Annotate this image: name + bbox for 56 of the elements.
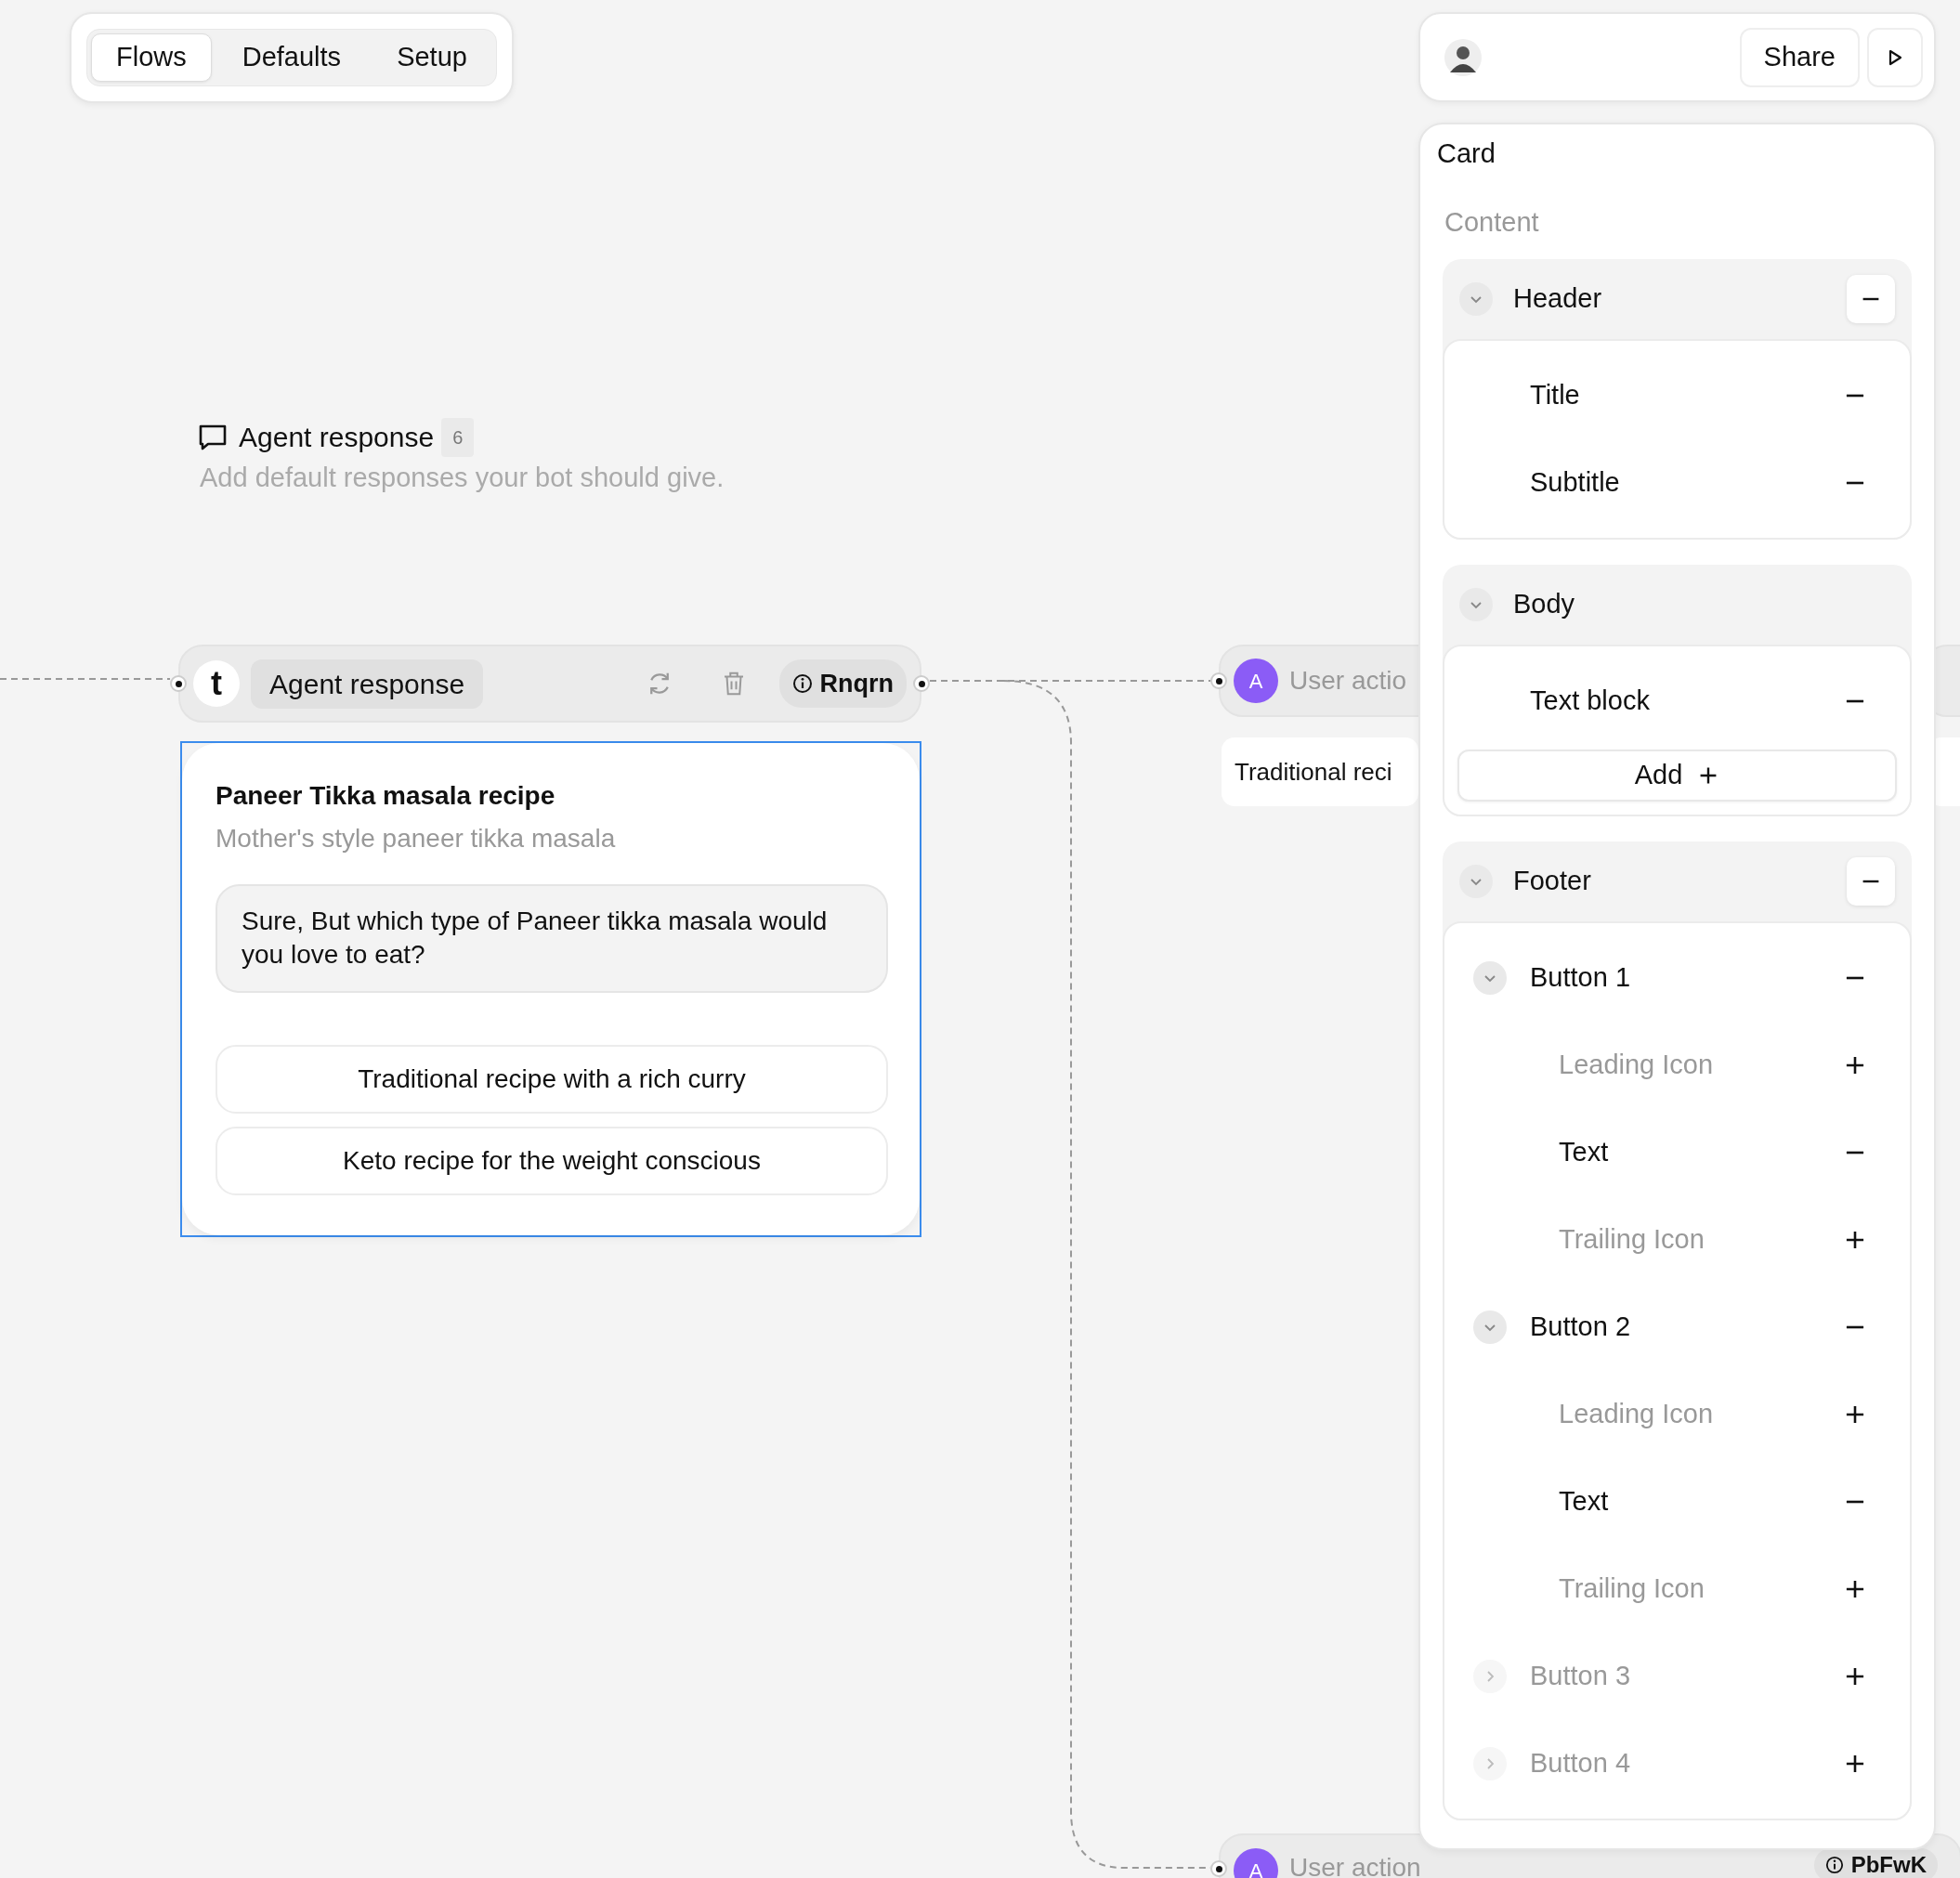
tab[interactable]: Flows bbox=[91, 33, 212, 82]
collapse-toggle[interactable] bbox=[1459, 282, 1493, 316]
item-label: Button 4 bbox=[1530, 1747, 1631, 1780]
node-title: User actio bbox=[1289, 665, 1407, 697]
chat-icon bbox=[198, 423, 228, 451]
group-label: Footer bbox=[1513, 865, 1591, 898]
section-label: Content bbox=[1444, 205, 1540, 239]
item-label: Button 2 bbox=[1530, 1311, 1631, 1344]
option-box: Traditional reci bbox=[1222, 737, 1418, 806]
add-button[interactable]: Add bbox=[1457, 750, 1897, 802]
message-bubble: Sure, But which type of Paneer tikka masala would you love to eat? bbox=[216, 884, 888, 993]
panel-title: Card bbox=[1437, 137, 1496, 170]
avatar: A bbox=[1234, 659, 1278, 703]
item-label: Subtitle bbox=[1530, 466, 1620, 500]
avatar: A bbox=[1234, 1848, 1278, 1878]
share-button[interactable]: Share bbox=[1739, 27, 1860, 87]
logo: t bbox=[193, 660, 240, 707]
card-title: Paneer Tikka masala recipe bbox=[216, 780, 556, 812]
connection-port[interactable] bbox=[1210, 1860, 1227, 1877]
item-label: Text block bbox=[1530, 685, 1650, 718]
tag-text: PbFwK bbox=[1850, 1851, 1927, 1878]
node-title: User action bbox=[1289, 1852, 1421, 1878]
connection-port[interactable] bbox=[913, 675, 930, 692]
item-label: Button 3 bbox=[1530, 1660, 1631, 1693]
card-subtitle: Mother's style paneer tikka masala bbox=[216, 823, 617, 854]
expand-toggle[interactable] bbox=[1473, 1747, 1507, 1780]
item-label: Text bbox=[1559, 1136, 1609, 1169]
collapse-toggle[interactable] bbox=[1459, 588, 1493, 621]
collapse-toggle[interactable] bbox=[1473, 1311, 1507, 1344]
tab[interactable]: Defaults bbox=[216, 33, 367, 82]
connection-port[interactable] bbox=[1210, 672, 1227, 689]
item-label: Title bbox=[1530, 379, 1580, 412]
item-label: Trailing Icon bbox=[1559, 1223, 1705, 1257]
item-label: Text bbox=[1559, 1485, 1609, 1519]
info-icon bbox=[791, 673, 813, 694]
item-label: Trailing Icon bbox=[1559, 1572, 1705, 1606]
item-label: Leading Icon bbox=[1559, 1398, 1714, 1431]
item-label: Button 1 bbox=[1530, 961, 1631, 995]
group-label: Header bbox=[1513, 282, 1602, 316]
connection-port[interactable] bbox=[170, 675, 187, 692]
option-button[interactable]: Keto recipe for the weight conscious bbox=[216, 1126, 888, 1195]
group-label: Body bbox=[1513, 588, 1575, 621]
info-icon bbox=[1824, 1856, 1844, 1874]
expand-toggle[interactable] bbox=[1473, 1660, 1507, 1693]
count-badge: 6 bbox=[441, 417, 475, 457]
item-label: Leading Icon bbox=[1559, 1049, 1714, 1082]
avatar bbox=[1444, 38, 1482, 76]
collapse-toggle[interactable] bbox=[1459, 865, 1493, 898]
tab[interactable]: Setup bbox=[372, 33, 492, 82]
section-description: Add default responses your bot should give. bbox=[200, 462, 725, 494]
play-button[interactable] bbox=[1867, 27, 1923, 87]
collapse-toggle[interactable] bbox=[1473, 961, 1507, 995]
option-button[interactable]: Traditional recipe with a rich curry bbox=[216, 1044, 888, 1114]
section-title: Agent response bbox=[239, 421, 435, 454]
tag-text: Rnqrn bbox=[819, 668, 894, 699]
node-title: Agent response bbox=[251, 659, 484, 709]
